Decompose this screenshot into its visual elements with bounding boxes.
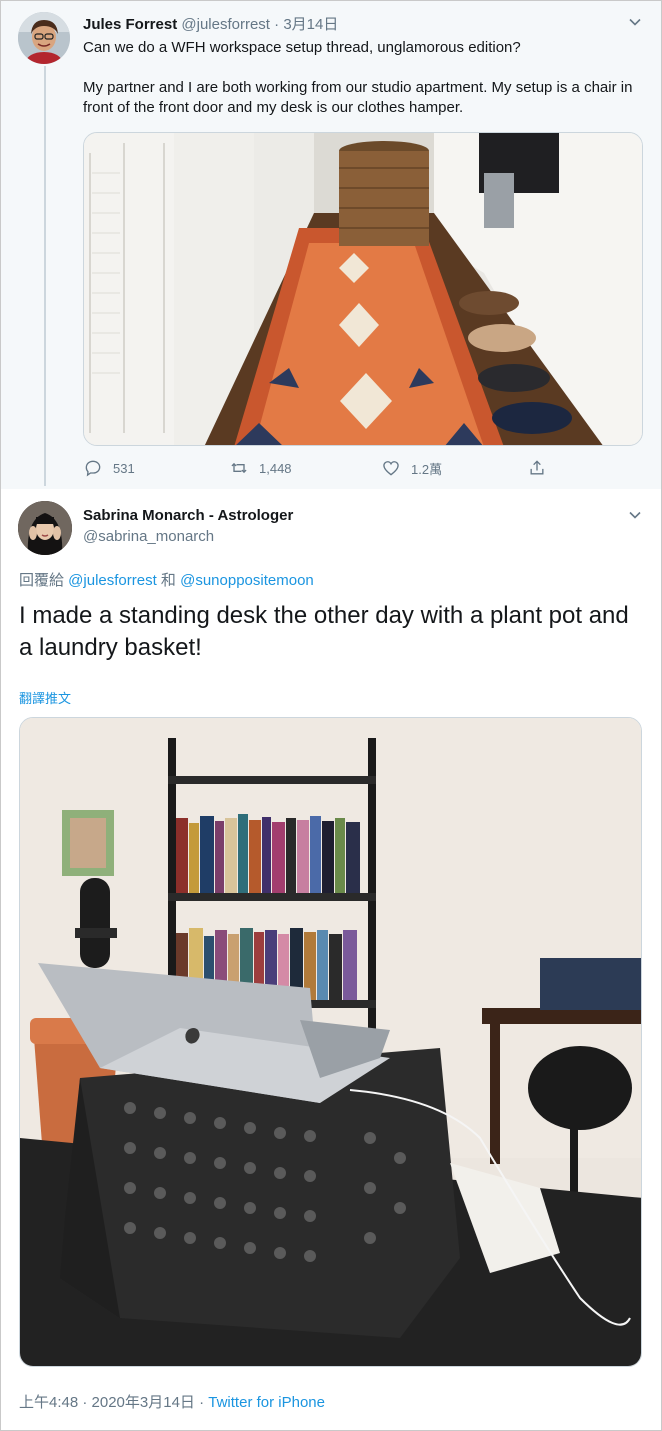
parent-tweet-text: Can we do a WFH workspace setup thread, … [83,38,643,118]
reply-action[interactable]: 531 [83,456,135,480]
share-action[interactable] [527,456,547,480]
like-count: 1.2萬 [411,461,443,477]
retweet-count: 1,448 [259,460,292,476]
like-icon [383,461,399,476]
retweet-icon [231,462,247,474]
parent-tweet-header: Jules Forrest @julesforrest · 3月14日 [83,13,338,34]
reply-mention-sunoppositemoon[interactable]: @sunoppositemoon [180,572,314,589]
header-separator: · [269,16,284,33]
main-author-handle[interactable]: @sabrina_monarch [83,528,214,545]
reply-context: 回覆給 @julesforrest 和 @sunoppositemoon [19,569,314,590]
parent-author-handle[interactable]: @julesforrest [181,16,270,33]
translate-tweet-link[interactable]: 翻譯推文 [19,688,71,707]
chevron-down-icon [629,18,641,26]
main-tweet-text: I made a standing desk the other day wit… [19,602,629,661]
retweet-action[interactable]: 1,448 [229,456,292,480]
parent-author-avatar[interactable] [18,12,70,64]
parent-tweet-photo-hallway[interactable] [83,132,643,446]
main-author-avatar[interactable] [18,501,72,555]
tweet-meta: 上午4:48 · 2020年3月14日 · Twitter for iPhone [19,1391,325,1412]
main-tweet-menu[interactable] [625,505,645,525]
thread-connector-line [44,66,46,486]
parent-tweet-text-line-2: My partner and I are both working from o… [83,79,633,116]
reply-icon [85,460,101,477]
share-icon [530,460,544,475]
chevron-down-icon [629,511,641,519]
meta-separator: · [194,1394,209,1411]
tweet-source[interactable]: Twitter for iPhone [208,1394,325,1411]
main-author-name[interactable]: Sabrina Monarch - Astrologer [83,507,293,524]
reply-joiner: 和 [156,572,181,589]
reply-mention-julesforrest[interactable]: @julesforrest [68,572,157,589]
tweet-timestamp[interactable]: 上午4:48 · 2020年3月14日 [19,1394,195,1411]
like-action[interactable]: 1.2萬 [381,456,442,480]
main-tweet-photo-standing-desk[interactable] [19,717,642,1367]
parent-author-name[interactable]: Jules Forrest [83,16,177,33]
parent-tweet-actions: 531 1,448 1.2萬 [83,456,553,480]
parent-tweet-text-line-1: Can we do a WFH workspace setup thread, … [83,39,521,56]
reply-prefix: 回覆給 [19,572,69,589]
parent-tweet-date[interactable]: 3月14日 [283,16,338,33]
parent-tweet-menu[interactable] [625,12,645,32]
reply-count: 531 [113,460,135,476]
